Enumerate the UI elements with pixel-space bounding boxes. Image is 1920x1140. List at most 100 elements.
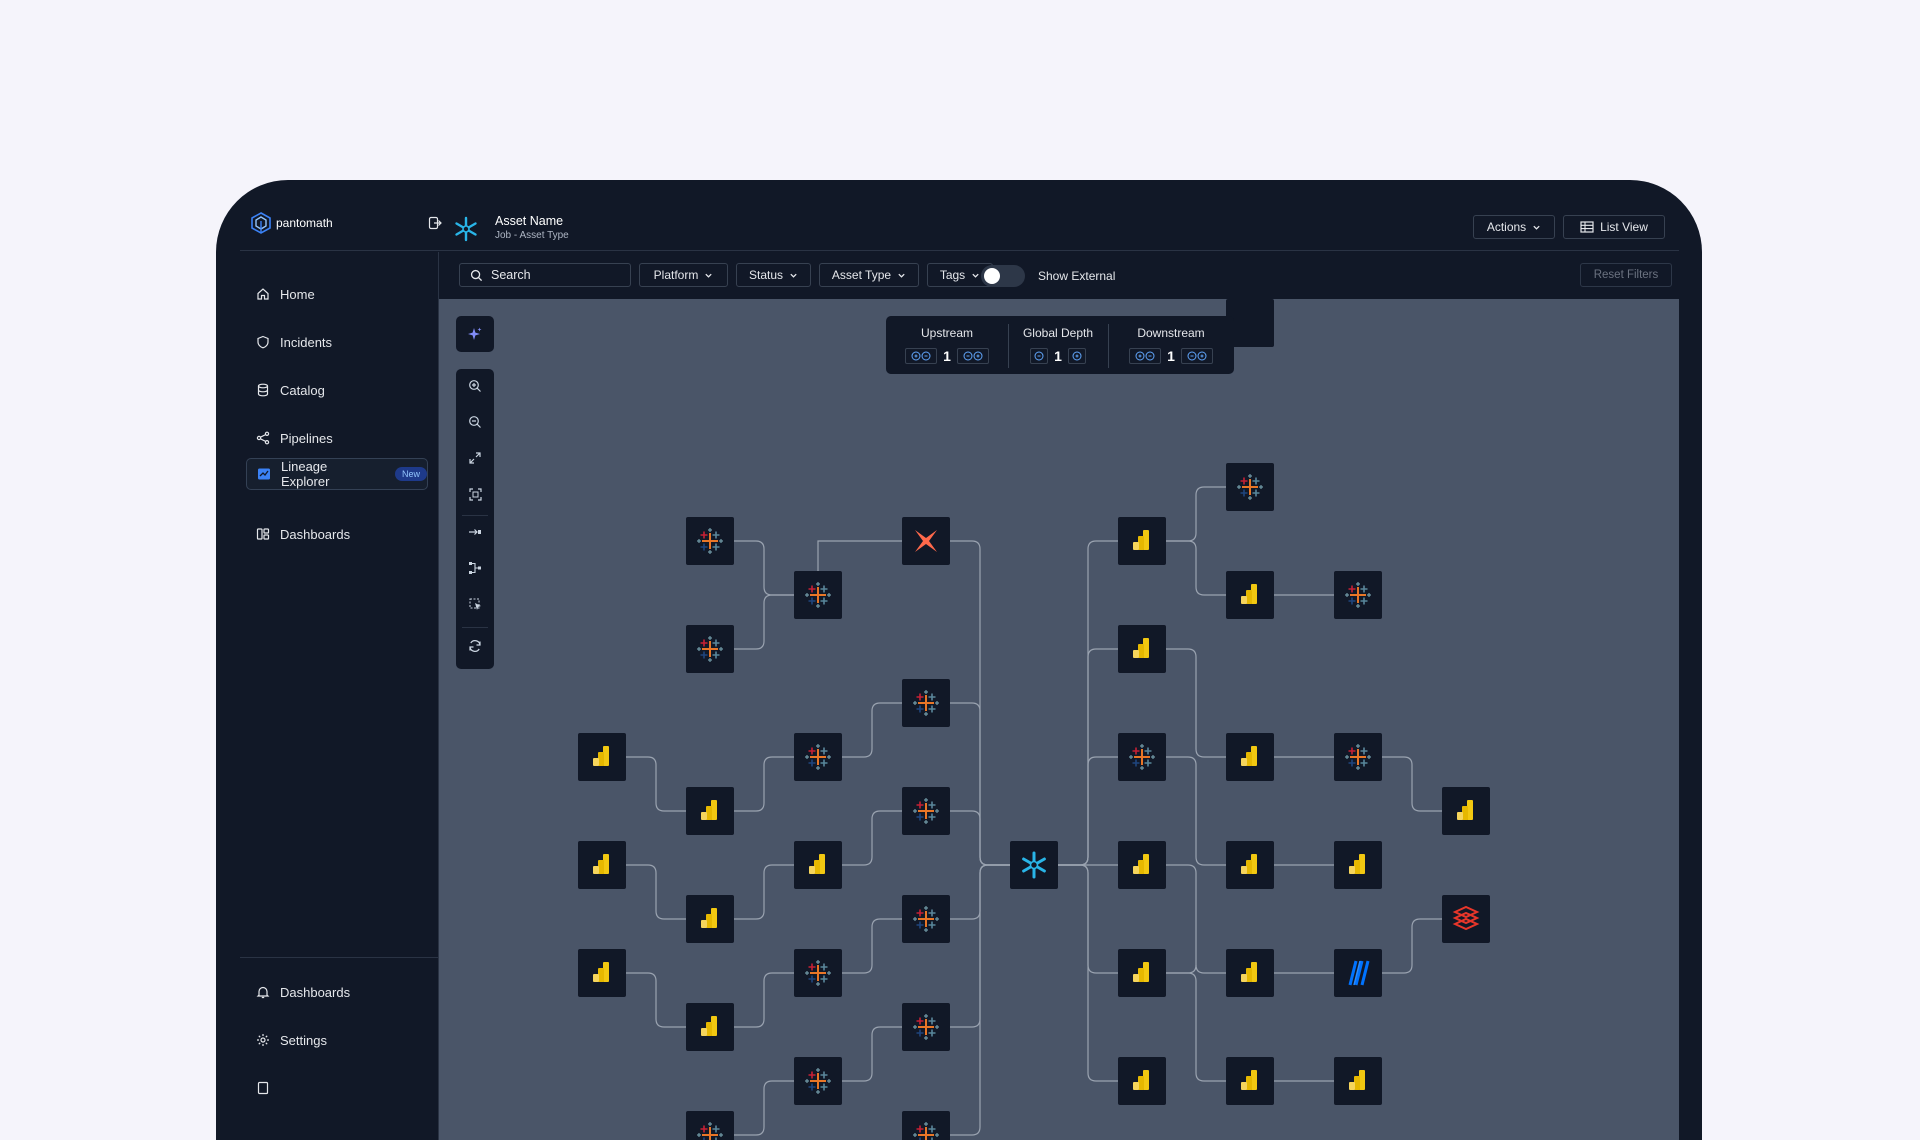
lineage-node[interactable] [902,1111,950,1140]
sidebar-item-settings[interactable]: Settings [246,1024,428,1056]
brand-name: pantomath [276,216,333,230]
shield-icon [257,335,269,349]
edge [1382,918,1442,974]
downstream-increase-button[interactable] [1180,348,1213,364]
sidebar-item-dashboards[interactable]: Dashboards [246,518,428,550]
document-icon [257,1081,269,1095]
lineage-node[interactable] [902,787,950,835]
lineage-node[interactable] [686,625,734,673]
lineage-node[interactable] [1118,625,1166,673]
chevron-down-icon [1533,225,1540,230]
home-icon [257,288,269,300]
lineage-node[interactable] [794,949,842,997]
direction-button[interactable] [456,517,494,547]
fit-view-button[interactable] [456,479,494,509]
lineage-node[interactable] [578,949,626,997]
canvas-toolbar [456,369,494,669]
lineage-node[interactable] [1118,733,1166,781]
actions-button[interactable]: Actions [1473,215,1555,239]
lineage-node[interactable] [686,895,734,943]
lineage-node[interactable] [1118,1057,1166,1105]
downstream-decrease-button[interactable] [1129,348,1162,364]
show-external-toggle[interactable] [981,265,1025,287]
database-icon [257,383,269,397]
lineage-node[interactable] [686,1003,734,1051]
select-button[interactable] [456,589,494,619]
status-filter[interactable]: Status [736,263,811,287]
lineage-canvas[interactable]: Upstream 1 Global Depth 1 Downstream 1 [439,299,1679,1140]
sidebar-item-label: Lineage Explorer [281,459,330,489]
lineage-node[interactable] [1226,841,1274,889]
lineage-node[interactable] [686,517,734,565]
zoom-out-button[interactable] [456,407,494,437]
sidebar-item-label: Home [280,286,315,302]
edges [626,486,1442,1136]
expand-button[interactable] [456,443,494,473]
sidebar-item-label: Incidents [280,334,333,350]
ai-assist-button[interactable] [456,316,494,352]
lineage-node[interactable] [578,841,626,889]
lineage-node[interactable] [1334,571,1382,619]
lineage-node[interactable] [902,1003,950,1051]
toggle-knob [984,268,1000,284]
sidebar-item-home[interactable]: Home [246,278,428,310]
lineage-node[interactable] [1334,949,1382,997]
lineage-node[interactable] [1226,949,1274,997]
sidebar-item-pipelines[interactable]: Pipelines [246,422,428,454]
lineage-node[interactable] [794,571,842,619]
sidebar-item-dashboards-bottom[interactable]: Dashboards [246,976,428,1008]
reset-filters-button[interactable]: Reset Filters [1580,263,1672,287]
chevron-down-icon [705,273,712,278]
global-depth-increase-button[interactable] [1067,348,1086,364]
lineage-node[interactable] [794,1057,842,1105]
edge [950,810,1010,866]
zoom-in-button[interactable] [456,371,494,401]
lineage-node[interactable] [578,733,626,781]
list-view-button[interactable]: List View [1563,215,1665,239]
global-depth-decrease-button[interactable] [1030,348,1049,364]
edge [626,864,686,920]
edge [1166,540,1226,596]
lineage-node[interactable] [686,787,734,835]
lineage-node[interactable] [1334,841,1382,889]
sidebar-divider [240,250,454,251]
lineage-node[interactable] [902,895,950,943]
lineage-node[interactable] [1118,841,1166,889]
upstream-value: 1 [943,348,951,364]
platform-filter[interactable]: Platform [639,263,728,287]
refresh-button[interactable] [456,631,494,661]
lineage-node[interactable] [1334,1057,1382,1105]
sidebar-item-extra[interactable] [246,1072,428,1104]
sidebar-item-lineage-explorer[interactable]: Lineage Explorer New [246,458,428,490]
lineage-node[interactable] [794,841,842,889]
root-node[interactable] [1010,841,1058,889]
lineage-node[interactable] [686,1111,734,1140]
lineage-node[interactable] [1442,895,1490,943]
lineage-node[interactable] [1118,517,1166,565]
asset-type-filter[interactable]: Asset Type [819,263,919,287]
lineage-node[interactable] [1226,463,1274,511]
upstream-increase-button[interactable] [956,348,989,364]
sidebar-item-catalog[interactable]: Catalog [246,374,428,406]
lineage-node[interactable] [902,517,950,565]
sidebar-item-incidents[interactable]: Incidents [246,326,428,358]
brand-logo[interactable]: pantomath [250,212,333,234]
lineage-node[interactable] [1226,1057,1274,1105]
lineage-node[interactable] [1226,733,1274,781]
global-depth-value: 1 [1054,348,1062,364]
search-placeholder: Search [491,268,531,282]
search-input[interactable]: Search [459,263,631,287]
lineage-node[interactable] [1118,949,1166,997]
lineage-node[interactable] [1334,733,1382,781]
upstream-decrease-button[interactable] [905,348,938,364]
edge [1166,756,1226,866]
layout-button[interactable] [456,553,494,583]
lineage-node[interactable] [1226,571,1274,619]
select-icon [469,598,481,610]
lineage-node[interactable] [794,733,842,781]
actions-label: Actions [1486,220,1527,234]
lineage-node[interactable] [1442,787,1490,835]
sidebar-item-label: Dashboards [280,984,351,1000]
edge [950,864,1010,1136]
lineage-node[interactable] [902,679,950,727]
